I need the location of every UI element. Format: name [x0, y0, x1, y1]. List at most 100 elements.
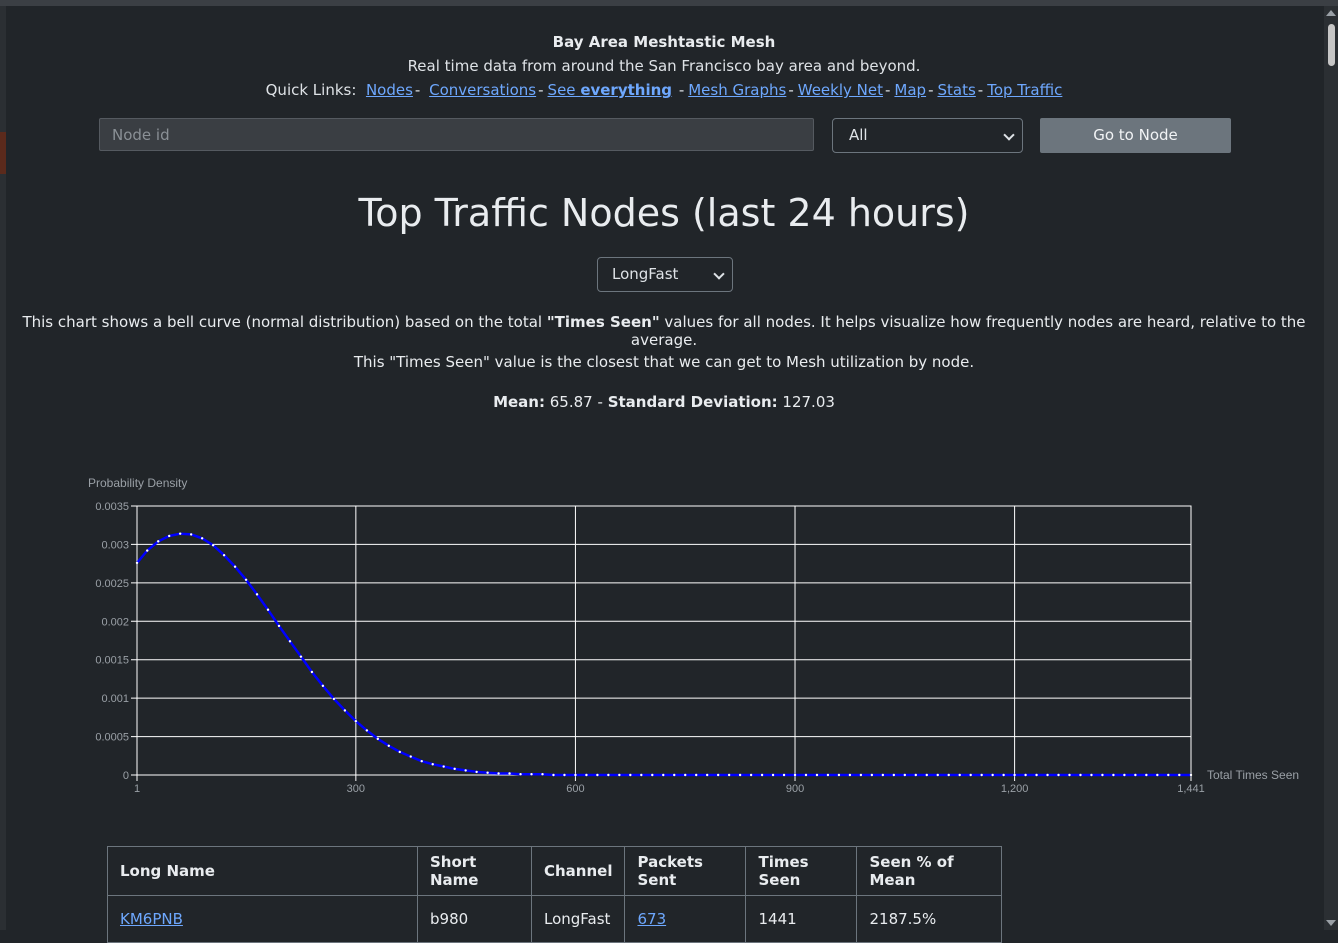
scrollbar-thumb[interactable] [1328, 24, 1335, 66]
data-point [168, 534, 171, 538]
link-separator: - [788, 81, 794, 99]
table-body: KM6PNB b980 LongFast 673 1441 2187.5% [107, 895, 1003, 943]
data-point [288, 640, 292, 643]
link-nodes[interactable]: Nodes [366, 81, 413, 99]
data-point [673, 773, 676, 777]
table-cell: 2187.5% [856, 895, 1003, 943]
data-point [782, 773, 786, 777]
mean-label: Mean: [493, 393, 545, 411]
data-point [651, 773, 654, 777]
column-header[interactable]: Short Name [417, 846, 532, 896]
data-point [233, 565, 237, 568]
plot-area [136, 505, 1192, 776]
data-point [299, 655, 303, 658]
top-traffic-table: Long Name Short Name Channel Packets Sent Ti… [107, 846, 1003, 943]
node-id-input[interactable] [100, 119, 813, 150]
link-map[interactable]: Map [894, 81, 926, 99]
data-point [442, 765, 445, 768]
go-to-node-button[interactable]: Go to Node [1040, 118, 1231, 153]
data-point [716, 773, 720, 777]
data-point [222, 553, 226, 557]
data-point [914, 773, 917, 777]
scroll-down-arrow-icon[interactable] [1326, 920, 1336, 926]
node-name-link[interactable]: KM6PNB [120, 910, 183, 928]
data-point [508, 772, 511, 775]
link-separator: - [538, 81, 544, 99]
data-point [848, 773, 852, 777]
filter-select-value: All [849, 126, 868, 144]
link-stats[interactable]: Stats [938, 81, 976, 99]
left-edge-marker [0, 132, 6, 174]
data-point [980, 773, 983, 777]
site-header: Bay Area Meshtastic Mesh Real time data … [0, 30, 1328, 102]
column-header[interactable]: Long Name [107, 846, 418, 896]
data-point [409, 755, 412, 758]
data-point [749, 773, 753, 777]
data-point [881, 773, 885, 777]
data-point [310, 670, 314, 674]
data-point [178, 532, 182, 535]
mean-value: 65.87 [549, 393, 593, 411]
data-point [486, 771, 489, 774]
data-point [738, 773, 742, 777]
data-point [387, 744, 390, 747]
data-point [277, 624, 281, 628]
data-point [475, 770, 478, 774]
packets-sent-link[interactable]: 673 [637, 910, 666, 928]
data-point [244, 578, 248, 581]
data-point [1101, 773, 1104, 777]
table-header-row: Long Name Short Name Channel Packets Sent Ti… [107, 846, 1003, 896]
column-header[interactable]: Packets Sent [624, 846, 747, 896]
y-tick-label: 0.003 [101, 539, 129, 551]
utilization-note: This "Times Seen" value is the closest t… [353, 353, 975, 371]
channel-select[interactable]: LongFast [597, 257, 733, 292]
data-point [760, 773, 764, 777]
y-tick-label: 0.001 [101, 693, 129, 705]
column-header[interactable]: Times Seen [745, 846, 858, 896]
data-point [771, 773, 775, 777]
link-top-traffic[interactable]: Top Traffic [987, 81, 1062, 99]
data-point [870, 773, 874, 777]
table-row: KM6PNB b980 LongFast 673 1441 2187.5% [107, 895, 1003, 943]
column-header[interactable]: Seen % of Mean [856, 846, 1003, 896]
data-point [189, 533, 193, 536]
data-point [1024, 773, 1027, 777]
link-see-everything[interactable]: See everything [548, 81, 672, 99]
data-point [464, 769, 467, 772]
filter-select[interactable]: All [832, 118, 1023, 153]
data-point [892, 773, 896, 777]
data-point [1145, 773, 1148, 777]
table-cell: 673 [624, 895, 747, 943]
page-scrollbar[interactable] [1324, 6, 1338, 930]
data-point [859, 773, 863, 777]
link-separator: - [928, 81, 934, 99]
data-point [398, 750, 401, 754]
data-point [563, 773, 566, 777]
link-mesh-graphs[interactable]: Mesh Graphs [688, 81, 786, 99]
data-point [1057, 773, 1060, 777]
data-point [343, 709, 347, 712]
quick-links: Quick Links: Nodes - Conversations - See ev… [0, 78, 1328, 102]
link-conversations[interactable]: Conversations [429, 81, 536, 99]
scroll-up-arrow-icon[interactable] [1326, 10, 1336, 16]
data-point [596, 773, 599, 777]
data-point [497, 772, 500, 775]
data-point [793, 773, 797, 777]
data-point [1090, 773, 1093, 777]
data-point [684, 773, 687, 777]
node-id-field[interactable] [99, 118, 814, 151]
data-point [585, 773, 588, 777]
data-point [266, 608, 270, 611]
description-text-end: values for all nodes. It helps visualize… [630, 313, 1306, 349]
column-header[interactable]: Channel [530, 846, 626, 896]
quick-links-label: Quick Links: [265, 81, 357, 99]
data-point [135, 561, 139, 565]
data-point [826, 773, 830, 777]
data-point [727, 773, 731, 777]
link-weekly-net[interactable]: Weekly Net [798, 81, 883, 99]
data-point [695, 773, 698, 777]
description-times-seen: "Times Seen" [546, 313, 660, 331]
link-separator: - [678, 81, 685, 99]
browser-top-bar [0, 0, 1338, 6]
data-point [629, 773, 632, 777]
